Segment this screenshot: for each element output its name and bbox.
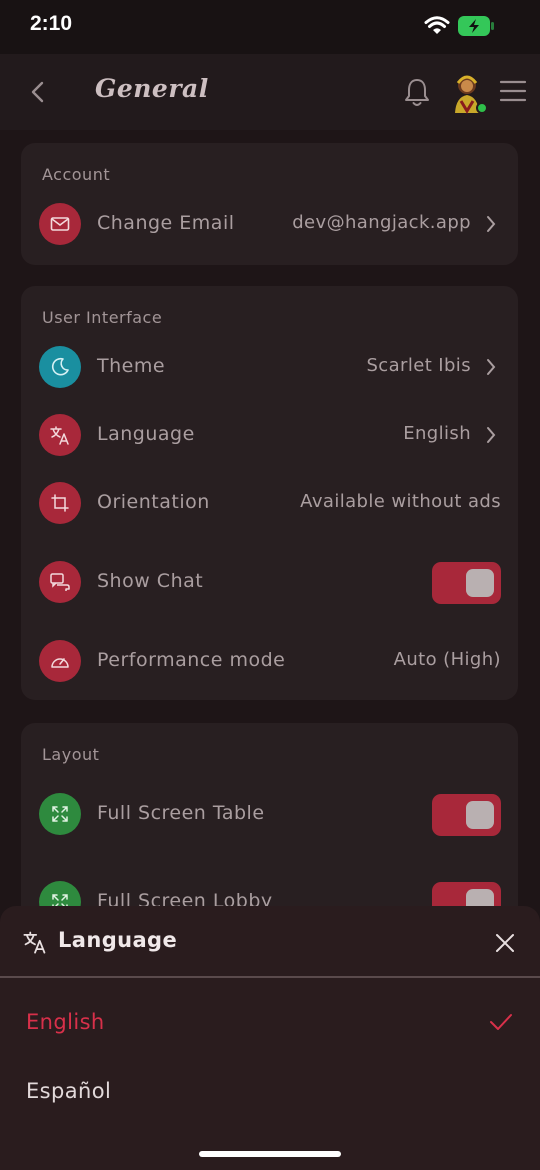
chevron-right-icon [487,427,496,443]
option-label: Español [26,1079,112,1103]
envelope-icon [39,203,81,245]
expand-icon [39,793,81,835]
sheet-title: Language [58,928,178,952]
theme-label: Theme [97,355,166,377]
toggle-knob [466,569,494,597]
show-chat-label: Show Chat [97,570,204,592]
close-icon[interactable] [494,932,516,954]
performance-mode-value: Auto (High) [393,649,501,670]
rotate-icon [39,482,81,524]
account-section-title: Account [42,165,111,184]
language-row[interactable]: Language English [21,405,518,465]
orientation-value: Available without ads [300,491,501,512]
language-bottom-sheet: Language English Español [0,906,540,1170]
home-indicator [199,1151,341,1157]
user-interface-card: User Interface Theme Scarlet Ibis Langua… [21,286,518,700]
avatar[interactable] [447,71,489,115]
orientation-label: Orientation [97,491,210,513]
show-chat-toggle[interactable] [432,562,501,604]
moon-icon [39,346,81,388]
full-screen-table-row: Full Screen Table [21,784,518,844]
chat-icon [39,561,81,603]
show-chat-row: Show Chat [21,552,518,612]
battery-icon [458,16,494,36]
performance-mode-label: Performance mode [97,649,286,671]
full-screen-table-toggle[interactable] [432,794,501,836]
email-value: dev@hangjack.app [292,212,471,233]
bell-icon[interactable] [402,76,432,108]
chevron-right-icon [487,216,496,232]
translate-icon [39,414,81,456]
gauge-icon [39,640,81,682]
change-email-row[interactable]: Change Email dev@hangjack.app [21,194,518,254]
divider [0,976,540,978]
top-app-bar: General [0,54,540,130]
page-title: General [95,74,209,103]
layout-section-title: Layout [42,745,100,764]
full-screen-table-label: Full Screen Table [97,802,265,824]
checkmark-icon [490,1014,512,1030]
language-label: Language [97,423,195,445]
language-value: English [403,423,471,444]
wifi-icon [424,16,450,34]
chevron-right-icon [487,359,496,375]
translate-icon [23,931,46,954]
sheet-header: Language [0,906,540,976]
back-arrow-icon[interactable] [24,76,52,108]
status-time: 2:10 [30,12,73,35]
orientation-row[interactable]: Orientation Available without ads [21,473,518,533]
option-label: English [26,1010,105,1034]
theme-row[interactable]: Theme Scarlet Ibis [21,337,518,397]
toggle-knob [466,801,494,829]
user-interface-section-title: User Interface [42,308,163,327]
language-option-espanol[interactable]: Español [0,1059,540,1127]
hamburger-menu-icon[interactable] [499,79,527,103]
performance-mode-row[interactable]: Performance mode Auto (High) [21,631,518,691]
change-email-label: Change Email [97,212,235,234]
language-option-english[interactable]: English [0,990,540,1058]
status-bar: 2:10 [0,0,540,54]
account-card: Account Change Email dev@hangjack.app [21,143,518,265]
theme-value: Scarlet Ibis [366,355,471,376]
